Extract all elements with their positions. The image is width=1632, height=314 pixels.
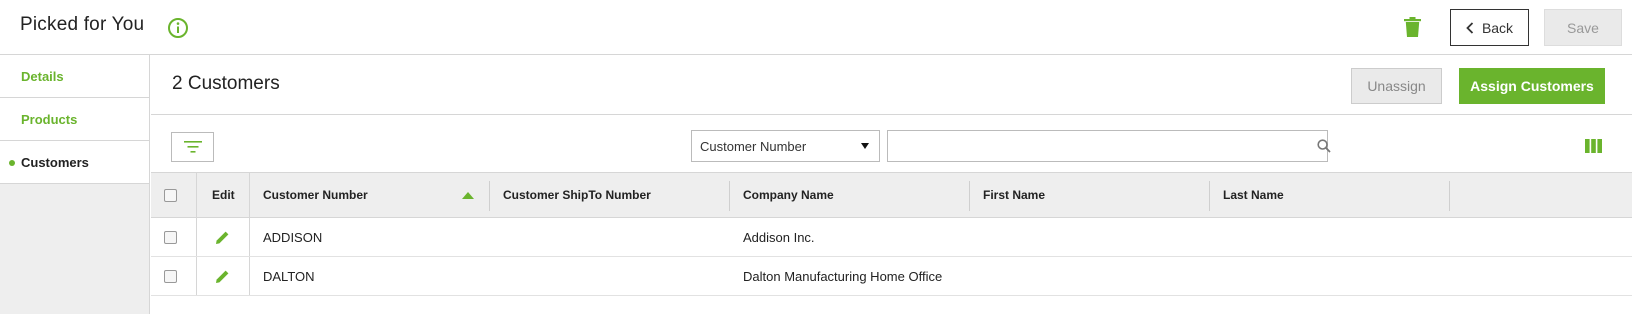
sidebar-item-label: Customers xyxy=(21,154,89,170)
row-checkbox[interactable] xyxy=(164,269,177,283)
save-button[interactable]: Save xyxy=(1544,9,1622,46)
section-title: 2 Customers xyxy=(172,73,280,94)
edit-cell xyxy=(215,218,230,256)
sidebar-item-details[interactable]: Details xyxy=(0,55,149,98)
sidebar-item-products[interactable]: Products xyxy=(0,98,149,141)
customer-number-cell: DALTON xyxy=(263,268,315,284)
trash-icon[interactable] xyxy=(1404,17,1421,37)
section-header: 2 Customers Unassign Assign Customers xyxy=(151,55,1632,115)
active-indicator-dot xyxy=(9,160,15,166)
table-row: ADDISON Addison Inc. xyxy=(151,218,1632,257)
back-button-label: Back xyxy=(1481,19,1514,36)
columns-icon[interactable] xyxy=(1585,139,1602,153)
search-field-select[interactable]: Customer Number xyxy=(691,130,880,162)
pencil-icon[interactable] xyxy=(215,269,230,284)
pencil-icon[interactable] xyxy=(215,230,230,245)
main-content: 2 Customers Unassign Assign Customers Cu… xyxy=(151,55,1632,314)
page-title: Picked for You xyxy=(20,14,145,35)
filter-button[interactable] xyxy=(171,132,214,162)
filter-icon xyxy=(183,141,202,153)
top-bar: Picked for You Back Save xyxy=(0,0,1632,55)
column-header-shipto-number[interactable]: Customer ShipTo Number xyxy=(503,173,651,217)
caret-down-icon xyxy=(861,143,869,149)
select-all-cell xyxy=(164,173,177,217)
info-icon[interactable] xyxy=(167,17,189,39)
row-checkbox[interactable] xyxy=(164,230,177,244)
sidebar: Details Products Customers xyxy=(0,55,150,314)
save-button-label: Save xyxy=(1567,19,1599,36)
sidebar-item-label: Details xyxy=(21,68,64,84)
table-header: Edit Customer Number Customer ShipTo Num… xyxy=(151,172,1632,218)
back-button[interactable]: Back xyxy=(1450,9,1529,46)
sort-ascending-icon[interactable] xyxy=(462,173,474,217)
sidebar-item-label: Products xyxy=(21,111,78,127)
table-row: DALTON Dalton Manufacturing Home Office xyxy=(151,257,1632,296)
customers-table: Edit Customer Number Customer ShipTo Num… xyxy=(151,172,1632,296)
chevron-left-icon xyxy=(1466,21,1474,34)
assign-customers-button[interactable]: Assign Customers xyxy=(1459,68,1605,104)
assign-customers-button-label: Assign Customers xyxy=(1470,78,1594,94)
row-select-cell xyxy=(164,218,177,256)
column-header-last-name[interactable]: Last Name xyxy=(1223,173,1284,217)
select-all-checkbox[interactable] xyxy=(164,188,177,202)
sidebar-item-customers[interactable]: Customers xyxy=(0,141,149,184)
customer-number-cell: ADDISON xyxy=(263,229,323,245)
column-header-edit: Edit xyxy=(212,188,235,202)
row-select-cell xyxy=(164,257,177,295)
search-input[interactable] xyxy=(887,130,1328,162)
column-header-company-name[interactable]: Company Name xyxy=(743,173,834,217)
unassign-button-label: Unassign xyxy=(1367,78,1426,94)
unassign-button[interactable]: Unassign xyxy=(1351,68,1442,104)
edit-cell xyxy=(215,257,230,295)
search-field-select-value: Customer Number xyxy=(700,138,807,154)
column-header-customer-number[interactable]: Customer Number xyxy=(263,173,368,217)
column-header-first-name[interactable]: First Name xyxy=(983,173,1045,217)
company-name-cell: Addison Inc. xyxy=(743,229,815,245)
company-name-cell: Dalton Manufacturing Home Office xyxy=(743,268,943,284)
